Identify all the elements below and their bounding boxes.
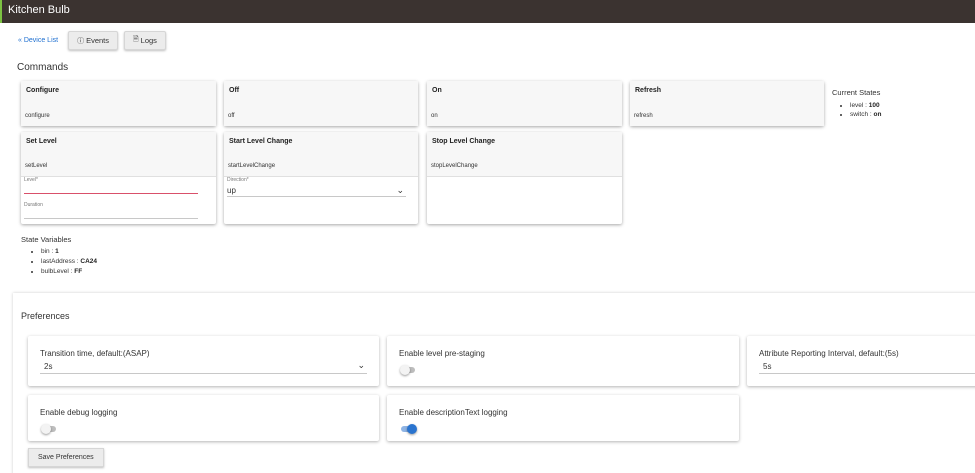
command-card-configure[interactable]: Configure configure: [21, 81, 216, 126]
command-name: On: [432, 87, 442, 94]
save-preferences-button[interactable]: Save Preferences: [28, 448, 104, 467]
duration-input-underline[interactable]: [24, 218, 198, 219]
debug-toggle[interactable]: [41, 424, 57, 434]
direction-label: Direction*: [227, 177, 249, 183]
command-header[interactable]: Configure configure: [21, 81, 216, 126]
pref-label: Enable descriptionText logging: [399, 408, 508, 417]
preferences-heading: Preferences: [21, 311, 70, 321]
reporting-underline: [759, 373, 975, 374]
level-label: Level*: [24, 177, 38, 183]
command-name: Stop Level Change: [432, 138, 496, 145]
transition-underline: [40, 373, 367, 374]
pref-transition-time: Transition time, default:(ASAP) 2s ⌄: [28, 336, 379, 386]
pref-description-text-logging: Enable descriptionText logging: [387, 395, 739, 441]
events-label: Events: [86, 36, 110, 45]
command-name: Start Level Change: [229, 138, 293, 145]
command-card-off[interactable]: Off off: [224, 81, 418, 126]
command-card-start-level-change: Start Level Change startLevelChange Dire…: [224, 132, 418, 224]
current-states: Current States level : 100 switch : on: [832, 88, 881, 119]
command-method: configure: [25, 113, 50, 119]
command-name: Refresh: [635, 87, 662, 94]
pref-label: Attribute Reporting Interval, default:(5…: [759, 349, 899, 358]
command-card-refresh[interactable]: Refresh refresh: [630, 81, 824, 126]
reporting-input[interactable]: 5s: [763, 362, 771, 371]
direction-value: up: [227, 186, 236, 195]
state-variable-item: bin : 1: [41, 247, 97, 257]
pref-reporting-interval: Attribute Reporting Interval, default:(5…: [747, 336, 975, 386]
command-method: startLevelChange: [228, 163, 276, 169]
logs-button[interactable]: 🗎 Logs: [124, 31, 166, 50]
state-variables: State Variables bin : 1 lastAddress : CA…: [21, 235, 97, 277]
chevron-down-icon[interactable]: ⌄: [357, 360, 365, 371]
command-method: on: [431, 113, 438, 119]
current-states-heading: Current States: [832, 88, 881, 97]
level-field[interactable]: Level*: [24, 177, 198, 194]
command-card-stop-level-change: Stop Level Change stopLevelChange: [427, 132, 622, 224]
toggle-knob: [400, 365, 410, 375]
duration-field[interactable]: Duration: [24, 202, 198, 219]
command-header[interactable]: Start Level Change startLevelChange: [224, 132, 418, 177]
command-name: Configure: [26, 87, 60, 94]
command-header[interactable]: On on: [427, 81, 622, 126]
direction-underline: [227, 196, 406, 197]
command-method: setLevel: [25, 163, 48, 169]
events-button[interactable]: ⓘ Events: [68, 31, 119, 50]
command-card-on[interactable]: On on: [427, 81, 622, 126]
info-circle-icon: ⓘ: [77, 37, 85, 45]
title-accent: [0, 0, 2, 23]
document-icon: 🗎: [133, 36, 139, 43]
command-method: stopLevelChange: [431, 163, 478, 169]
pref-label: Transition time, default:(ASAP): [40, 349, 150, 358]
description-text-toggle[interactable]: [400, 424, 417, 434]
pref-label: Enable level pre-staging: [399, 349, 485, 358]
toggle-knob: [41, 424, 51, 434]
command-header[interactable]: Refresh refresh: [630, 81, 824, 126]
pref-level-prestaging: Enable level pre-staging: [387, 336, 739, 386]
prestaging-toggle[interactable]: [400, 365, 416, 375]
command-name: Off: [229, 87, 240, 94]
chevron-down-icon: ⌄: [396, 185, 404, 195]
device-list-link[interactable]: « Device List: [14, 31, 62, 50]
command-card-set-level: Set Level setLevel Level* Duration: [21, 132, 216, 224]
direction-label-wrap: Direction*: [227, 177, 400, 183]
window-title: Kitchen Bulb: [8, 4, 70, 16]
commands-heading: Commands: [17, 62, 69, 73]
title-bar: Kitchen Bulb: [0, 0, 975, 23]
pref-debug-logging: Enable debug logging: [28, 395, 379, 441]
direction-select[interactable]: up ⌄: [227, 185, 406, 197]
duration-label: Duration: [24, 202, 43, 208]
command-method: off: [228, 113, 235, 119]
command-header[interactable]: Stop Level Change stopLevelChange: [427, 132, 622, 177]
command-name: Set Level: [26, 138, 57, 145]
state-item: switch : on: [850, 110, 881, 119]
state-variable-item: lastAddress : CA24: [41, 257, 97, 267]
state-variables-heading: State Variables: [21, 235, 72, 244]
state-variable-item: bulbLevel : FF: [41, 267, 97, 277]
toggle-knob: [407, 424, 417, 434]
command-header[interactable]: Set Level setLevel: [21, 132, 216, 177]
command-header[interactable]: Off off: [224, 81, 418, 126]
state-item: level : 100: [850, 101, 881, 110]
device-toolbar: « Device List ⓘ Events 🗎 Logs: [14, 31, 166, 50]
pref-label: Enable debug logging: [40, 408, 118, 417]
level-input-underline[interactable]: [24, 193, 198, 194]
logs-label: Logs: [140, 36, 157, 45]
command-method: refresh: [634, 113, 653, 119]
transition-select[interactable]: 2s: [44, 362, 52, 371]
